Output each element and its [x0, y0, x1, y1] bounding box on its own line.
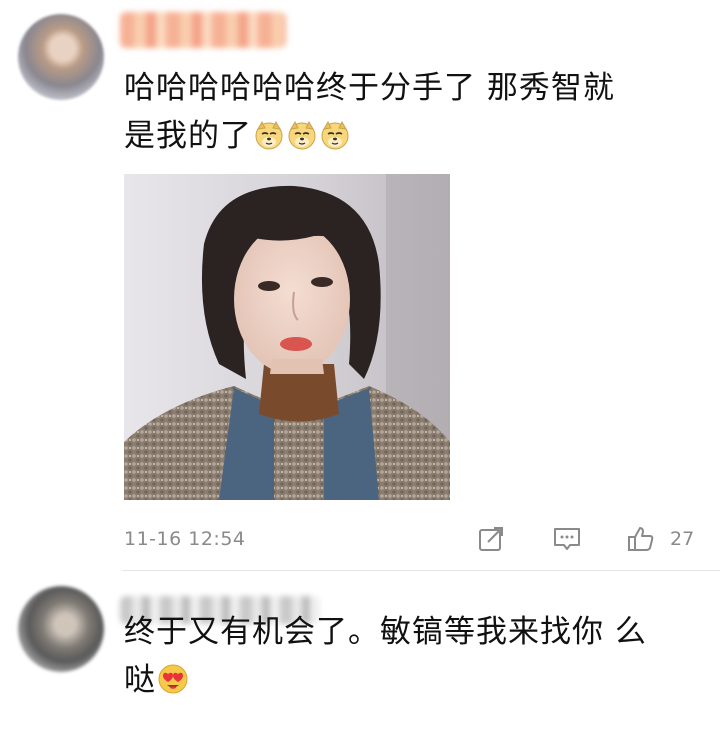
comment-text: 哈哈哈哈哈哈终于分手了 那秀智就 是我的了 — [124, 64, 694, 160]
heart-eyes-emoji — [157, 661, 189, 694]
username-redacted[interactable] — [120, 12, 286, 48]
share-icon[interactable] — [476, 524, 506, 554]
like-count: 27 — [670, 528, 695, 550]
comment-text-line: 终于又有机会了。敏镐等我来找你 么 — [124, 614, 647, 650]
comment-text: 终于又有机会了。敏镐等我来找你 么 哒 — [124, 608, 694, 704]
comment-text-line: 是我的了 — [124, 118, 252, 154]
thumbs-up-icon[interactable] — [626, 524, 656, 554]
comment-item: 哈哈哈哈哈哈终于分手了 那秀智就 是我的了 11-16 12:54 27 — [0, 0, 720, 570]
avatar[interactable] — [18, 14, 104, 100]
doge-emoji — [286, 117, 318, 150]
comment-item: 终于又有机会了。敏镐等我来找你 么 哒 — [0, 572, 720, 747]
doge-emoji — [319, 117, 351, 150]
doge-emoji — [253, 117, 285, 150]
timestamp: 11-16 12:54 — [124, 528, 246, 550]
comment-icon[interactable] — [552, 524, 582, 554]
comment-image[interactable] — [124, 174, 450, 500]
portrait-image — [124, 174, 450, 500]
comment-meta: 11-16 12:54 27 — [124, 522, 720, 558]
comment-text-line: 哒 — [124, 662, 156, 698]
comment-text-line: 哈哈哈哈哈哈终于分手了 那秀智就 — [124, 70, 615, 106]
avatar[interactable] — [18, 586, 104, 672]
divider — [122, 570, 720, 571]
